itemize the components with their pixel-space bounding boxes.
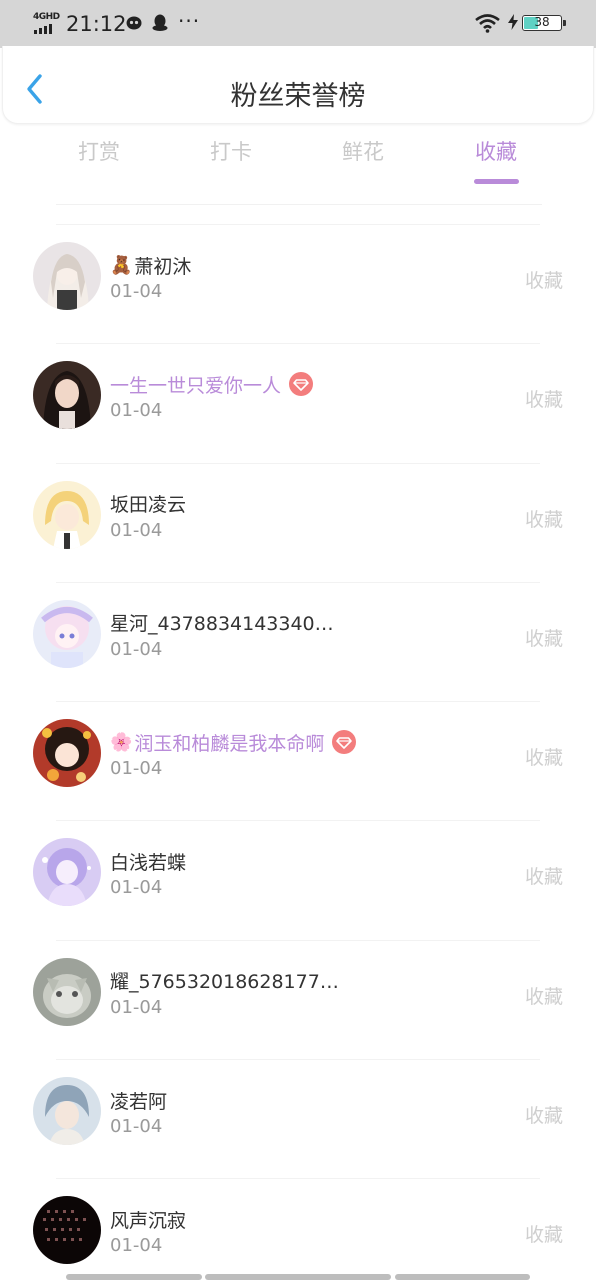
avatar[interactable] (33, 242, 101, 310)
navigation-header: 粉丝荣誉榜 (2, 46, 594, 124)
fan-name-row: 星河_4378834143340… (110, 609, 334, 637)
tab-checkin[interactable]: 打卡 (181, 136, 281, 166)
fan-name: 风声沉寂 (110, 1209, 187, 1232)
page-title: 粉丝荣誉榜 (230, 81, 366, 112)
fan-date: 01-04 (110, 400, 163, 422)
list-item-content: 星河_4378834143340… 01-04 收藏 (0, 583, 596, 701)
fan-date: 01-04 (110, 638, 163, 660)
fan-date: 01-04 (110, 1235, 163, 1257)
fan-name-row: 白浅若蝶 (110, 847, 186, 875)
diamond-vip-icon (332, 730, 357, 755)
bottom-bar-segment (66, 1274, 202, 1280)
fan-date: 01-04 (110, 758, 163, 780)
fan-name-row: 风声沉寂 (110, 1205, 186, 1233)
charging-icon (508, 14, 518, 30)
fan-name: 润玉和柏麟是我本命啊 (134, 732, 325, 755)
avatar[interactable] (33, 838, 101, 907)
battery-icon: 38 (522, 15, 562, 31)
name-prefix-emoji: 🌸 (110, 731, 133, 753)
wifi-icon (475, 14, 500, 33)
list-item-content: 坂田凌云 01-04 收藏 (0, 464, 596, 582)
favorite-action-label[interactable]: 收藏 (525, 862, 563, 889)
fan-date: 01-04 (110, 281, 163, 302)
fan-name-row: 🧸 萧初沐 (110, 251, 191, 279)
active-tab-indicator (474, 179, 519, 184)
fan-name-row: 🌸 润玉和柏麟是我本命啊 (110, 728, 357, 756)
list-item[interactable]: 一生一世只爱你一人 01-04 收藏 (33, 343, 563, 462)
battery-cap (563, 20, 566, 26)
list-item[interactable]: 凌若阿 01-04 收藏 (33, 1059, 563, 1178)
avatar[interactable] (33, 957, 101, 1026)
status-bar: 4GHD 21:12 ··· 38 (0, 0, 596, 48)
list-item[interactable]: 耀_576532018628177… 01-04 收藏 (33, 939, 563, 1059)
list-item[interactable]: 星河_4378834143340… 01-04 收藏 (33, 581, 563, 701)
favorite-action-label[interactable]: 收藏 (525, 385, 563, 412)
name-prefix-emoji: 🧸 (110, 254, 133, 276)
fan-name-row: 一生一世只爱你一人 (110, 370, 314, 398)
favorite-action-label[interactable]: 收藏 (525, 743, 563, 770)
favorite-action-label[interactable]: 收藏 (525, 624, 563, 651)
list-item[interactable]: 坂田凌云 01-04 收藏 (33, 462, 563, 582)
list-item-content: 耀_576532018628177… 01-04 收藏 (0, 941, 596, 1059)
avatar[interactable] (33, 480, 101, 549)
avatar[interactable] (33, 599, 101, 668)
more-notifications-icon: ··· (178, 9, 201, 33)
fan-name-row: 凌若阿 (110, 1086, 167, 1114)
network-type: 4GHD (33, 12, 60, 22)
diamond-vip-icon (289, 372, 314, 397)
fan-name: 星河_4378834143340… (110, 613, 334, 636)
fan-list: 🧸 萧初沐 01-04 收藏 一生一世只爱你一人 01-04 收藏 坂田凌云 01-04 收藏 星河… (0, 224, 596, 1280)
list-item-content: 🌸 润玉和柏麟是我本命啊 01-04 收藏 (0, 702, 596, 820)
fan-date: 01-04 (110, 519, 163, 541)
avatar[interactable] (33, 361, 101, 430)
avatar[interactable] (33, 1196, 101, 1265)
app-notification-icon (126, 16, 142, 30)
list-item[interactable]: 🌸 润玉和柏麟是我本命啊 01-04 收藏 (33, 701, 563, 820)
list-item[interactable]: 风声沉寂 01-04 收藏 (33, 1178, 563, 1280)
favorite-action-label[interactable]: 收藏 (525, 505, 563, 532)
fan-name: 白浅若蝶 (110, 851, 187, 874)
fan-date: 01-04 (110, 996, 163, 1018)
list-item-content: 🧸 萧初沐 01-04 收藏 (0, 225, 596, 343)
list-item[interactable]: 白浅若蝶 01-04 收藏 (33, 820, 563, 939)
favorite-action-label[interactable]: 收藏 (525, 266, 563, 293)
fan-name-row: 耀_576532018628177… (110, 967, 339, 995)
fan-name-row: 坂田凌云 (110, 490, 186, 518)
fan-name: 耀_576532018628177… (110, 971, 339, 994)
fan-name: 凌若阿 (110, 1090, 168, 1113)
avatar[interactable] (33, 719, 101, 788)
favorite-action-label[interactable]: 收藏 (525, 982, 563, 1009)
fan-name: 一生一世只爱你一人 (110, 374, 282, 397)
divider (56, 204, 542, 205)
bottom-bar-segment (205, 1274, 391, 1280)
tab-reward[interactable]: 打赏 (49, 136, 149, 166)
list-item-content: 风声沉寂 01-04 收藏 (0, 1179, 596, 1280)
signal-icon (34, 24, 52, 34)
fan-name: 萧初沐 (134, 255, 192, 278)
bottom-bar-segment (395, 1274, 530, 1280)
list-item-content: 凌若阿 01-04 收藏 (0, 1060, 596, 1178)
avatar[interactable] (33, 1077, 101, 1146)
list-item[interactable]: 🧸 萧初沐 01-04 收藏 (33, 224, 563, 343)
fan-name: 坂田凌云 (110, 494, 187, 517)
list-item-content: 白浅若蝶 01-04 收藏 (0, 821, 596, 939)
favorite-action-label[interactable]: 收藏 (525, 1101, 563, 1128)
list-item-content: 一生一世只爱你一人 01-04 收藏 (0, 344, 596, 462)
qq-icon (152, 14, 168, 31)
favorite-action-label[interactable]: 收藏 (525, 1220, 563, 1247)
tab-flowers[interactable]: 鲜花 (313, 136, 413, 166)
fan-date: 01-04 (110, 1116, 163, 1138)
tab-favorites[interactable]: 收藏 (446, 136, 546, 166)
clock: 21:12 (66, 12, 127, 36)
fan-date: 01-04 (110, 877, 163, 899)
battery-percent: 38 (534, 15, 550, 29)
